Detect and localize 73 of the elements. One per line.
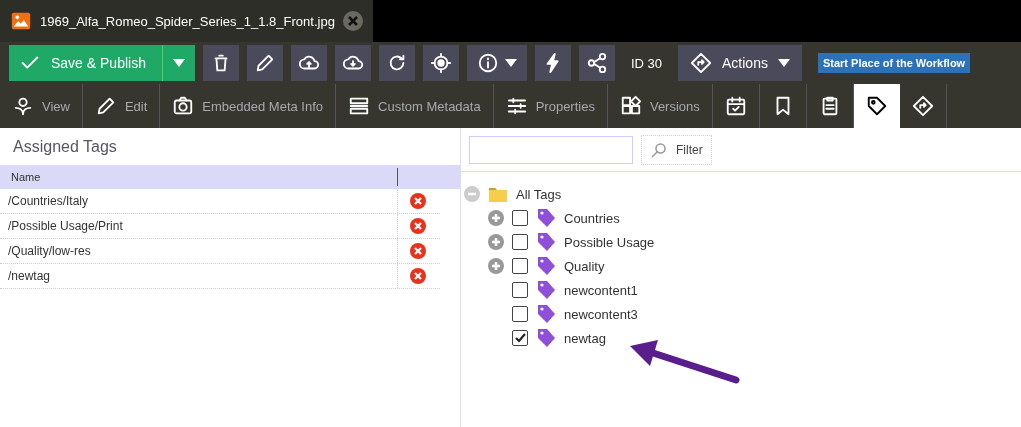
document-title: 1969_Alfa_Romeo_Spider_Series_1_1.8_Front.jpg [40, 13, 335, 29]
nav-tab[interactable]: Versions [607, 84, 713, 128]
close-icon [346, 15, 359, 27]
remove-icon[interactable] [410, 243, 426, 259]
camera-icon [172, 95, 195, 117]
tree-item[interactable]: Possible Usage [564, 234, 655, 250]
checkbox[interactable] [512, 306, 528, 322]
share-icon [585, 52, 608, 74]
toolbar-button[interactable] [422, 45, 459, 81]
checkbox[interactable] [512, 210, 528, 226]
info-icon [476, 52, 499, 74]
tag-icon [865, 95, 888, 117]
table-cell: /Countries/Italy [0, 189, 398, 213]
document-tab[interactable]: 1969_Alfa_Romeo_Spider_Series_1_1.8_Front.jpg [0, 0, 373, 42]
tag-icon [536, 208, 556, 228]
tree-item[interactable]: newcontent1 [564, 282, 638, 298]
diamond-arrow-icon [690, 52, 713, 74]
id-label: ID 30 [630, 55, 663, 71]
expand-icon[interactable] [488, 258, 504, 274]
share-button[interactable] [578, 45, 615, 81]
tree-item[interactable]: Countries [564, 210, 620, 226]
caret-icon [504, 59, 517, 67]
checkbox[interactable] [512, 258, 528, 274]
caret-icon [777, 59, 790, 67]
tree-item[interactable]: newtag [564, 330, 606, 346]
nav-tab[interactable]: Custom Metadata [336, 84, 494, 128]
shapes-icon [619, 95, 642, 117]
workflow-badge: Start Place of the Workflow [817, 53, 971, 73]
tag-icon [536, 328, 556, 348]
tag-icon [536, 304, 556, 324]
target-icon [429, 52, 452, 74]
table-cell: /Quality/low-res [0, 239, 398, 263]
toolbar-button[interactable] [334, 45, 371, 81]
checkbox[interactable] [512, 282, 528, 298]
remove-icon[interactable] [410, 193, 426, 209]
image-icon [10, 10, 32, 32]
form-icon [348, 95, 371, 117]
toolbar-button[interactable] [378, 45, 415, 81]
expand-icon[interactable] [488, 234, 504, 250]
tag-icon [536, 256, 556, 276]
tree-item[interactable]: All Tags [516, 186, 562, 202]
panel-title: Assigned Tags [12, 137, 118, 157]
remove-icon[interactable] [410, 218, 426, 234]
tree-item[interactable]: newcontent3 [564, 306, 638, 322]
actions-button[interactable]: Actions [678, 45, 802, 81]
filter-button[interactable]: Filter [641, 134, 712, 165]
filter-field[interactable] [469, 135, 633, 164]
toolbar-button[interactable] [202, 45, 239, 81]
caret-icon [172, 59, 185, 67]
nav-tab[interactable] [853, 84, 900, 128]
remove-icon[interactable] [410, 268, 426, 284]
calendar-icon [724, 95, 747, 117]
toolbar-button[interactable] [290, 45, 327, 81]
info-button[interactable] [466, 45, 527, 81]
tag-icon [536, 280, 556, 300]
tree-item[interactable]: Quality [564, 258, 605, 274]
diamond-arrow-icon [911, 95, 934, 117]
checkbox[interactable] [512, 330, 528, 346]
search-icon [650, 140, 668, 159]
nav-tab[interactable]: Embedded Meta Info [160, 84, 337, 128]
tag-icon [536, 232, 556, 252]
nav-tab[interactable]: Properties [493, 84, 608, 128]
table-header: Name [0, 165, 460, 189]
toolbar-button[interactable] [534, 45, 571, 81]
checkbox[interactable] [512, 234, 528, 250]
expand-icon[interactable] [488, 210, 504, 226]
nav-tab[interactable]: Edit [82, 84, 161, 128]
nav-tab[interactable]: View [0, 84, 83, 128]
table-cell: /newtag [0, 264, 398, 288]
sliders-icon [505, 95, 528, 117]
table-cell: /Possible Usage/Print [0, 214, 398, 238]
toolbar-button[interactable] [246, 45, 283, 81]
close-button[interactable] [342, 11, 363, 31]
